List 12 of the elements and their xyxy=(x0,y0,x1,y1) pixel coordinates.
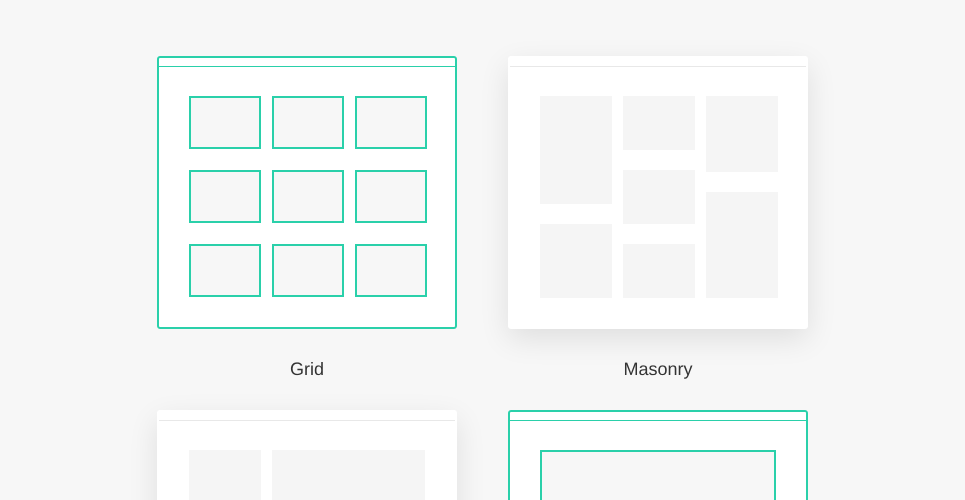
layout-tile xyxy=(355,170,427,223)
layout-tile xyxy=(355,96,427,149)
layout-label: Masonry xyxy=(623,358,693,381)
layout-tile xyxy=(272,96,344,149)
layout-tile xyxy=(355,244,427,297)
layout-label: Grid xyxy=(290,358,324,381)
layout-tile xyxy=(189,244,261,297)
layout-tile xyxy=(189,170,261,223)
layout-tile xyxy=(272,244,344,297)
layout-tile xyxy=(189,96,261,149)
layout-card[interactable] xyxy=(157,56,457,329)
layout-tile xyxy=(272,170,344,223)
